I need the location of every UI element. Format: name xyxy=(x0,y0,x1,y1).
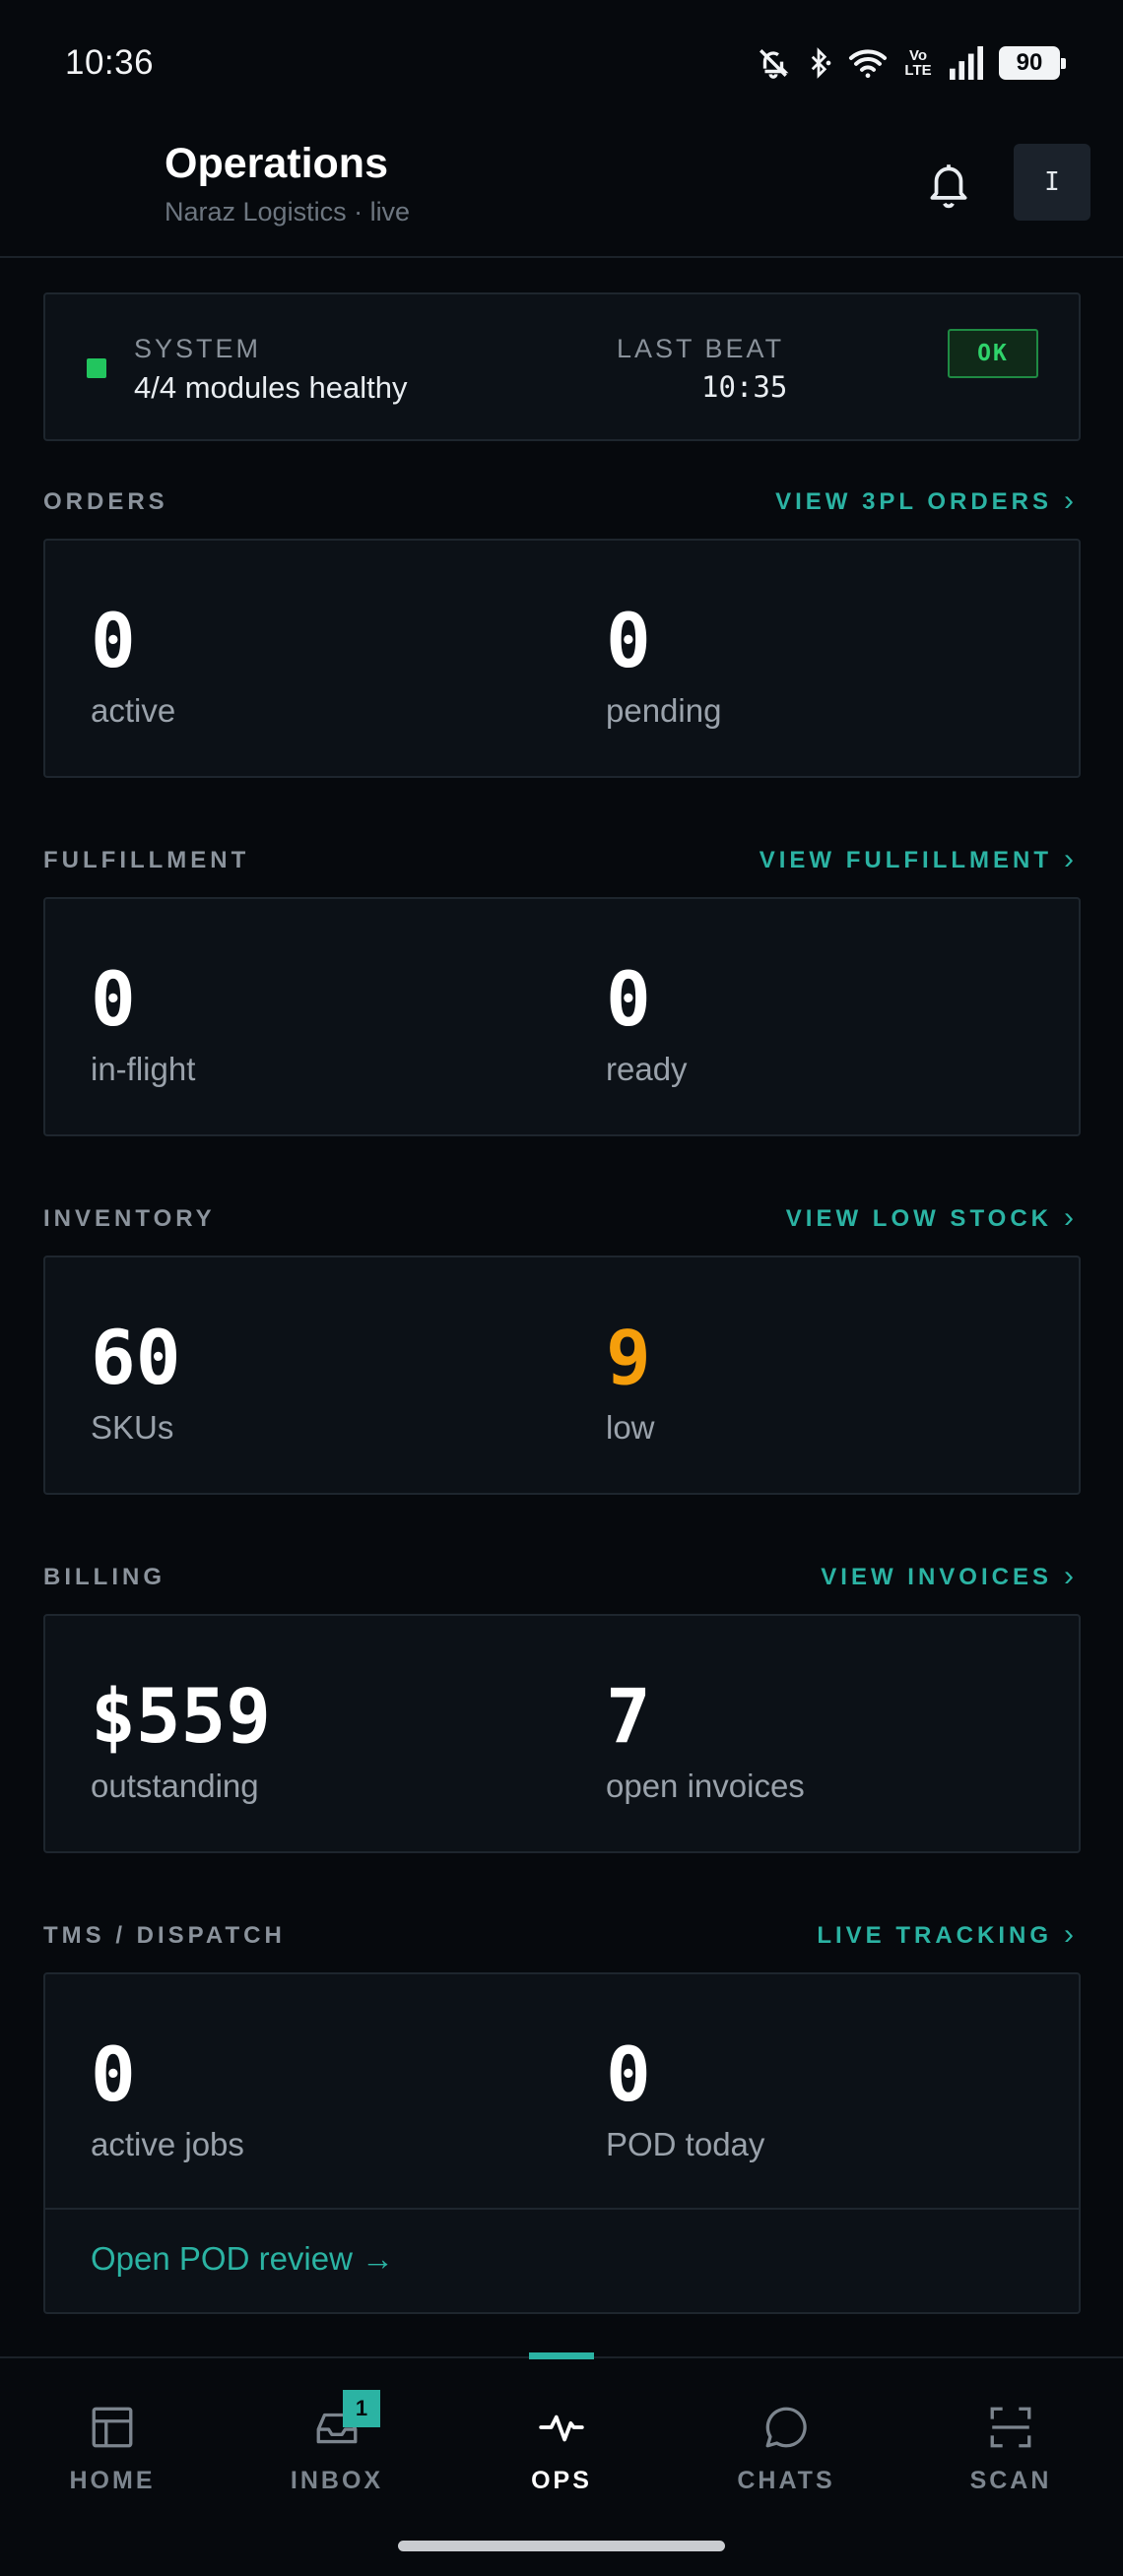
inventory-skus-stat: 60 SKUs xyxy=(91,1320,181,1447)
signal-icon xyxy=(950,46,983,80)
system-status-card: SYSTEM 4/4 modules healthy LAST BEAT 10:… xyxy=(43,292,1081,441)
view-fulfillment-link[interactable]: VIEW FULFILLMENT › xyxy=(759,842,1074,875)
tab-label: INBOX xyxy=(290,2467,384,2494)
status-time: 10:36 xyxy=(65,43,155,82)
open-pod-review-link[interactable]: Open POD review → xyxy=(91,2240,394,2278)
scan-frame-icon xyxy=(981,2398,1040,2457)
fulfillment-inflight-stat: 0 in-flight xyxy=(91,962,195,1088)
tab-label: SCAN xyxy=(969,2467,1052,2494)
chevron-right-icon: › xyxy=(1064,1559,1074,1592)
view-low-stock-label: VIEW LOW STOCK xyxy=(785,1205,1052,1232)
tms-pod-today-stat: 0 POD today xyxy=(606,2037,764,2163)
tab-label: OPS xyxy=(531,2467,592,2494)
tab-ops[interactable]: OPS xyxy=(449,2352,674,2516)
notifications-button[interactable] xyxy=(921,156,976,215)
stat-label: open invoices xyxy=(606,1768,805,1804)
inventory-card[interactable]: 60 SKUs 9 low xyxy=(43,1256,1081,1495)
stat-label: active xyxy=(91,692,176,729)
tab-label: CHATS xyxy=(737,2467,835,2494)
chevron-right-icon: › xyxy=(1064,842,1074,875)
stat-value: 0 xyxy=(91,2030,136,2118)
tms-section-title: TMS / DISPATCH xyxy=(43,1922,286,1949)
view-fulfillment-label: VIEW FULFILLMENT xyxy=(759,847,1052,873)
orders-card[interactable]: 0 active 0 pending xyxy=(43,539,1081,778)
view-low-stock-link[interactable]: VIEW LOW STOCK › xyxy=(785,1200,1074,1234)
stat-label: in-flight xyxy=(91,1051,196,1087)
tab-home[interactable]: HOME xyxy=(0,2358,225,2516)
battery-icon: 90 xyxy=(999,46,1066,80)
inbox-count-badge: 1 xyxy=(343,2390,380,2427)
stat-value: 0 xyxy=(606,2030,651,2118)
system-status-text: 4/4 modules healthy xyxy=(134,370,408,405)
billing-outstanding-stat: $559 outstanding xyxy=(91,1679,271,1805)
home-indicator[interactable] xyxy=(398,2541,725,2551)
stat-value: 9 xyxy=(606,1314,651,1401)
status-icons: Vo LTE 90 xyxy=(757,43,1066,83)
view-invoices-link[interactable]: VIEW INVOICES › xyxy=(821,1559,1074,1592)
chevron-right-icon: › xyxy=(1064,1200,1074,1234)
tms-active-jobs-stat: 0 active jobs xyxy=(91,2037,244,2163)
billing-card[interactable]: $559 outstanding 7 open invoices xyxy=(43,1614,1081,1853)
divider xyxy=(45,2208,1079,2210)
stat-label: pending xyxy=(606,692,722,729)
stat-value: 0 xyxy=(91,955,136,1043)
pulse-icon xyxy=(532,2398,591,2457)
mute-bell-icon xyxy=(760,49,789,79)
chevron-right-icon: › xyxy=(1064,1917,1074,1951)
bell-icon xyxy=(930,164,967,209)
last-beat-label: LAST BEAT xyxy=(617,334,785,363)
stat-label: low xyxy=(606,1409,655,1446)
inventory-low-stat: 9 low xyxy=(606,1320,655,1447)
billing-section-title: BILLING xyxy=(43,1564,165,1590)
stat-label: POD today xyxy=(606,2126,765,2162)
stat-value: 7 xyxy=(606,1672,651,1760)
active-tab-indicator xyxy=(529,2352,594,2359)
orders-active-stat: 0 active xyxy=(91,604,175,730)
orders-section-title: ORDERS xyxy=(43,488,168,515)
stat-label: outstanding xyxy=(91,1768,259,1804)
tab-label: HOME xyxy=(69,2467,156,2494)
inventory-section-title: INVENTORY xyxy=(43,1205,216,1232)
live-tracking-link[interactable]: LIVE TRACKING › xyxy=(817,1917,1074,1951)
orders-pending-stat: 0 pending xyxy=(606,604,721,730)
fulfillment-ready-stat: 0 ready xyxy=(606,962,688,1088)
bluetooth-icon xyxy=(811,47,831,79)
page-subtitle: Naraz Logistics · live xyxy=(165,197,411,226)
status-badge: OK xyxy=(948,329,1038,378)
status-bar: 10:36 Vo LTE 90 xyxy=(0,0,1123,128)
tab-chats[interactable]: CHATS xyxy=(674,2358,898,2516)
tab-scan[interactable]: SCAN xyxy=(898,2358,1123,2516)
fulfillment-card[interactable]: 0 in-flight 0 ready xyxy=(43,897,1081,1136)
system-status-dot xyxy=(87,358,106,378)
stat-label: ready xyxy=(606,1051,688,1087)
stat-label: active jobs xyxy=(91,2126,244,2162)
billing-open-invoices-stat: 7 open invoices xyxy=(606,1679,805,1805)
stat-value: $559 xyxy=(91,1672,272,1760)
view-3pl-orders-link[interactable]: VIEW 3PL ORDERS › xyxy=(775,483,1074,517)
stat-value: 0 xyxy=(91,597,136,684)
stat-value: 60 xyxy=(91,1314,181,1401)
tms-card: 0 active jobs 0 POD today Open POD revie… xyxy=(43,1972,1081,2314)
fulfillment-section-title: FULFILLMENT xyxy=(43,847,250,873)
avatar-button[interactable]: I xyxy=(1014,144,1090,221)
home-grid-icon xyxy=(83,2398,142,2457)
page-title: Operations xyxy=(165,140,388,187)
system-label: SYSTEM xyxy=(134,334,262,363)
last-beat-time: 10:35 xyxy=(701,370,788,404)
chevron-right-icon: › xyxy=(1064,483,1074,517)
chat-bubble-icon xyxy=(757,2398,816,2457)
wifi-icon xyxy=(848,49,888,79)
inbox-tray-icon: 1 xyxy=(307,2390,380,2457)
view-3pl-orders-label: VIEW 3PL ORDERS xyxy=(775,488,1052,515)
volte-icon: Vo LTE xyxy=(904,47,932,79)
stat-value: 0 xyxy=(606,597,651,684)
stat-value: 0 xyxy=(606,955,651,1043)
live-tracking-label: LIVE TRACKING xyxy=(817,1922,1052,1949)
stat-label: SKUs xyxy=(91,1409,174,1446)
view-invoices-label: VIEW INVOICES xyxy=(821,1564,1052,1590)
app-header: Operations Naraz Logistics · live I xyxy=(0,128,1123,258)
tab-inbox[interactable]: 1 INBOX xyxy=(225,2358,449,2516)
